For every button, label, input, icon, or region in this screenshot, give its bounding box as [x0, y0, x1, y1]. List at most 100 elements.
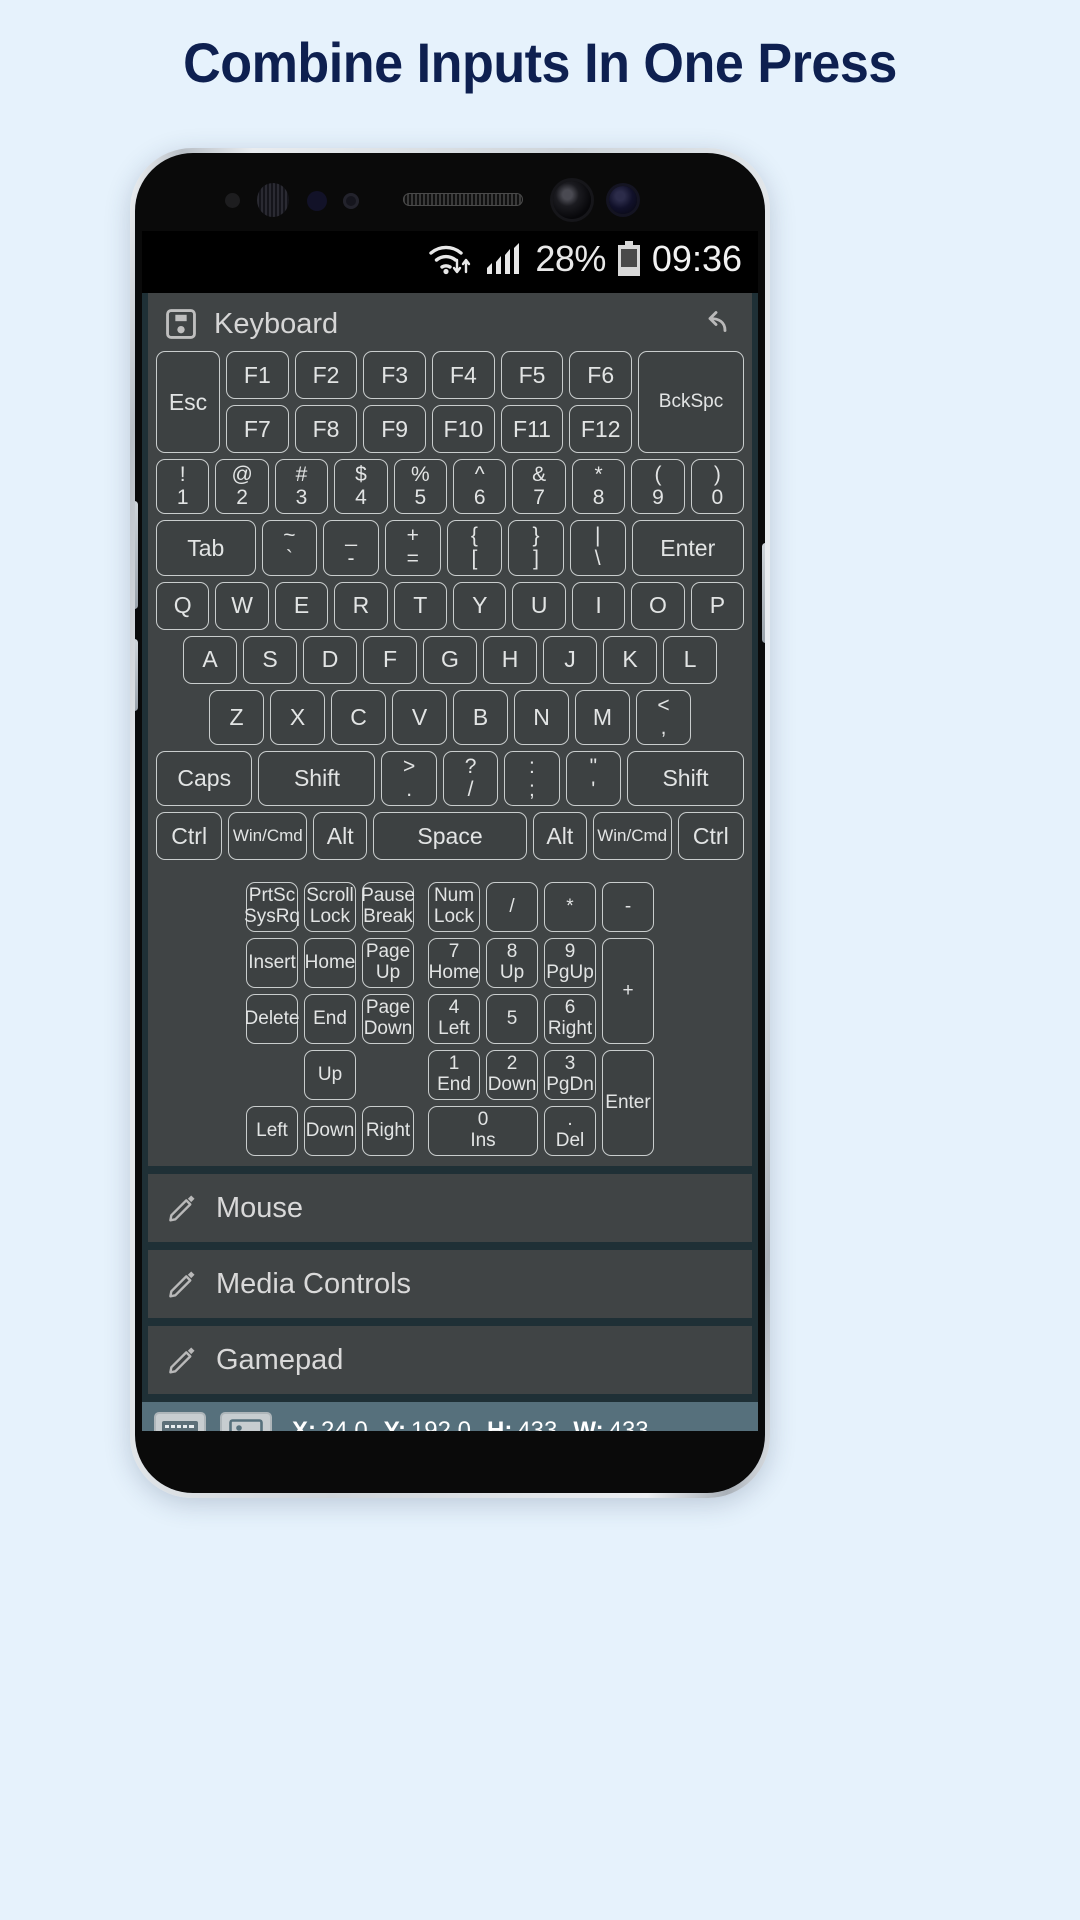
- key-r[interactable]: R: [334, 581, 388, 630]
- key-bracket-left[interactable]: {[: [446, 520, 503, 576]
- key-comma[interactable]: <,: [636, 689, 691, 746]
- key-7[interactable]: & 7: [512, 459, 566, 515]
- key-delete[interactable]: Delete: [245, 994, 299, 1045]
- key-y[interactable]: Y: [453, 581, 507, 630]
- key-d[interactable]: D: [303, 635, 357, 684]
- key-pause-break[interactable]: Pause Break: [361, 882, 415, 933]
- key-prtsc[interactable]: PrtSc SysRq: [244, 882, 300, 933]
- key-6[interactable]: ^ 6: [453, 459, 507, 515]
- key-tab[interactable]: Tab: [156, 520, 256, 576]
- key-g[interactable]: G: [423, 635, 477, 684]
- key-5[interactable]: % 5: [393, 459, 448, 515]
- key-numpad-6[interactable]: 6 Right: [544, 994, 596, 1045]
- section-mouse[interactable]: Mouse: [148, 1174, 752, 1243]
- key-arrow-left[interactable]: Left: [246, 1106, 298, 1157]
- key-w[interactable]: W: [215, 581, 269, 630]
- key-4[interactable]: $4: [334, 459, 388, 515]
- coord-value[interactable]: 433: [609, 1417, 649, 1431]
- key-num-lock[interactable]: Num Lock: [428, 882, 480, 933]
- coord-value[interactable]: 192.0: [411, 1417, 471, 1431]
- key-c[interactable]: C: [331, 689, 386, 746]
- key-s[interactable]: S: [243, 635, 297, 684]
- key-1[interactable]: ! 1: [156, 459, 210, 515]
- key-backspace[interactable]: BckSpc: [638, 351, 744, 453]
- key-shift-right[interactable]: Shift: [626, 751, 744, 807]
- key-i[interactable]: I: [571, 581, 626, 630]
- key-8[interactable]: * 8: [571, 459, 626, 515]
- key-f9[interactable]: F9: [363, 405, 427, 453]
- key-win-left[interactable]: Win/Cmd: [228, 812, 308, 861]
- key-f10[interactable]: F10: [432, 405, 495, 453]
- key-k[interactable]: K: [603, 635, 657, 684]
- key-ctrl-left[interactable]: Ctrl: [156, 812, 223, 861]
- key-9[interactable]: (9: [631, 459, 685, 515]
- key-numpad-4[interactable]: 4 Left: [428, 994, 480, 1045]
- bixby-button[interactable]: [135, 639, 138, 711]
- key-f3[interactable]: F3: [363, 351, 427, 399]
- key-numpad-9[interactable]: 9 PgUp: [544, 938, 596, 989]
- key-h[interactable]: H: [483, 635, 537, 684]
- key-equals[interactable]: + =: [384, 520, 441, 576]
- key-j[interactable]: J: [543, 635, 597, 684]
- key-scroll-lock[interactable]: Scroll Lock: [304, 882, 356, 933]
- key-win-right[interactable]: Win/Cmd: [592, 812, 672, 861]
- key-numpad-7[interactable]: 7 Home: [428, 938, 480, 989]
- key-numpad-plus[interactable]: +: [602, 938, 654, 1045]
- image-picture-icon[interactable]: [220, 1412, 272, 1431]
- coord-value[interactable]: 433: [517, 1417, 557, 1431]
- coord-value[interactable]: 24.0: [321, 1417, 368, 1431]
- key-semicolon[interactable]: :;: [504, 751, 560, 807]
- key-numpad-2[interactable]: 2 Down: [486, 1050, 538, 1101]
- key-n[interactable]: N: [514, 689, 569, 746]
- key-numpad-multiply[interactable]: *: [544, 882, 596, 933]
- key-q[interactable]: Q: [156, 581, 210, 630]
- key-u[interactable]: U: [512, 581, 566, 630]
- key-f8[interactable]: F8: [294, 405, 358, 453]
- key-caps[interactable]: Caps: [156, 751, 253, 807]
- section-media-controls[interactable]: Media Controls: [148, 1250, 752, 1319]
- key-numpad-5[interactable]: 5: [486, 994, 538, 1045]
- key-page-up[interactable]: Page Up: [362, 938, 414, 989]
- key-x[interactable]: X: [270, 689, 325, 746]
- key-m[interactable]: M: [575, 689, 630, 746]
- key-esc[interactable]: Esc: [156, 351, 220, 453]
- section-gamepad[interactable]: Gamepad: [148, 1326, 752, 1395]
- key-numpad-minus[interactable]: -: [602, 882, 654, 933]
- key-b[interactable]: B: [453, 689, 508, 746]
- key-f5[interactable]: F5: [500, 351, 564, 399]
- key-numpad-8[interactable]: 8 Up: [486, 938, 538, 989]
- key-numpad-decimal[interactable]: . Del: [544, 1106, 596, 1157]
- key-numpad-divide[interactable]: /: [486, 882, 538, 933]
- key-3[interactable]: #3: [274, 459, 329, 515]
- key-0[interactable]: ) 0: [690, 459, 745, 515]
- key-slash[interactable]: ? /: [442, 751, 499, 807]
- key-bracket-right[interactable]: }]: [508, 520, 564, 576]
- key-numpad-0[interactable]: 0 Ins: [428, 1106, 538, 1157]
- key-p[interactable]: P: [690, 581, 745, 630]
- key-t[interactable]: T: [393, 581, 448, 630]
- key-v[interactable]: V: [392, 689, 447, 746]
- key-numpad-3[interactable]: 3 PgDn: [544, 1050, 596, 1101]
- key-f[interactable]: F: [363, 635, 417, 684]
- key-f2[interactable]: F2: [294, 351, 358, 399]
- key-numpad-1[interactable]: 1 End: [428, 1050, 480, 1101]
- volume-up-button[interactable]: [135, 501, 138, 609]
- keyboard-icon[interactable]: [154, 1412, 206, 1431]
- key-f11[interactable]: F11: [500, 405, 564, 453]
- key-f4[interactable]: F4: [432, 351, 495, 399]
- key-enter[interactable]: Enter: [631, 520, 744, 576]
- key-end[interactable]: End: [304, 994, 356, 1045]
- power-button[interactable]: [762, 543, 765, 643]
- key-l[interactable]: L: [663, 635, 717, 684]
- key-f12[interactable]: F12: [569, 405, 633, 453]
- key-ctrl-right[interactable]: Ctrl: [677, 812, 744, 861]
- key-f1[interactable]: F1: [226, 351, 289, 399]
- key-period[interactable]: >.: [381, 751, 437, 807]
- key-quote[interactable]: " ': [565, 751, 621, 807]
- key-o[interactable]: O: [631, 581, 685, 630]
- key-2[interactable]: @2: [215, 459, 269, 515]
- key-page-down[interactable]: Page Down: [362, 994, 414, 1045]
- key-f7[interactable]: F7: [226, 405, 289, 453]
- key-backtick[interactable]: ~ `: [261, 520, 318, 576]
- floppy-disk-save-icon[interactable]: [164, 307, 198, 341]
